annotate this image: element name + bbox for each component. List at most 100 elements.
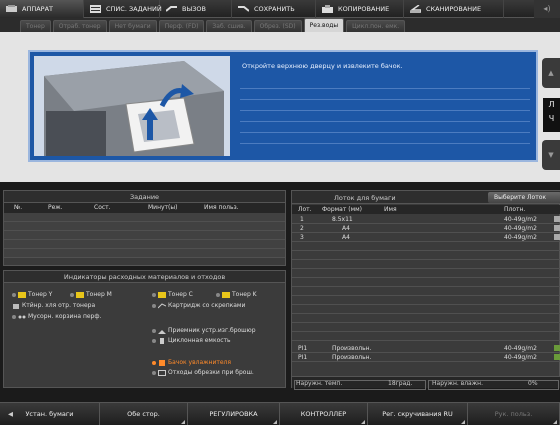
menu-save[interactable]: СОХРАНИТЬ xyxy=(232,0,316,18)
consumable-staple: Картридж со скрепками xyxy=(152,302,245,309)
tab-waste-toner[interactable]: Отраб. тонер xyxy=(52,20,107,32)
user-guide-button[interactable]: Рук. польз. xyxy=(468,403,560,425)
col-status: Сост. xyxy=(94,204,111,211)
tray-cell: 2 xyxy=(300,225,304,232)
status-dot xyxy=(152,328,156,333)
punch-waste-icon xyxy=(18,314,26,320)
paper-level-icon xyxy=(554,345,560,351)
status-dot xyxy=(216,292,220,297)
col-user-name: Имя польз. xyxy=(204,204,239,211)
scroll-up-icon[interactable]: ▲ xyxy=(542,58,560,88)
tab-staple-jam[interactable]: Заб. сшив. xyxy=(206,20,252,32)
staple-icon xyxy=(157,302,167,309)
consumable-label: Мусорн. корзина перф. xyxy=(28,313,102,320)
humidity-value: 0% xyxy=(528,380,538,387)
consumable-label: Отходы обрезки при брош. xyxy=(168,369,254,376)
environment-status: Наружн. темп. 18град. Наружн. влажн. 0% xyxy=(292,376,560,390)
message-text: Откройте верхнюю дверцу и извлеките бачо… xyxy=(242,62,403,70)
col-job-no: №. xyxy=(14,204,23,211)
tab-punch-fd[interactable]: Перф. (FD) xyxy=(158,20,205,32)
consumable-waste-toner: Ктйнр. хля отр. тонера xyxy=(12,302,95,309)
consumable-label: Бачок увлажнителя xyxy=(168,359,231,366)
table-row[interactable]: PI1 Произвольн. 40-49g/m2 xyxy=(292,344,560,353)
table-row[interactable] xyxy=(4,222,285,231)
table-row[interactable] xyxy=(4,231,285,240)
table-row[interactable]: PI1 Произвольн. 40-49g/m2 xyxy=(292,353,560,362)
scroll-down-icon[interactable]: ▼ xyxy=(542,140,560,170)
left-arrow-icon: ◀ xyxy=(8,410,13,418)
weight-cell: 40-49g/m2 xyxy=(504,345,537,352)
consumable-label: Тонер M xyxy=(86,291,112,298)
table-row[interactable] xyxy=(4,240,285,249)
select-tray-button[interactable]: Выберите Лоток xyxy=(488,192,560,203)
humidity-label: Наружн. влажн. xyxy=(432,380,483,387)
table-row[interactable]: 2 A4 40-49g/m2 xyxy=(292,224,560,233)
paper-level-icon xyxy=(554,234,560,240)
consumable-humidifier-tank: Бачок увлажнителя xyxy=(152,359,231,366)
consumable-label: Тонер Y xyxy=(28,291,53,298)
side-label-bottom: Ч xyxy=(548,114,555,123)
toner-icon xyxy=(18,291,26,298)
recall-icon xyxy=(165,5,177,13)
menu-machine[interactable]: АППАРАТ xyxy=(0,0,84,18)
size-cell: A4 xyxy=(342,225,350,232)
cyclone-icon xyxy=(158,337,166,344)
paper-level-icon xyxy=(554,225,560,231)
table-row[interactable] xyxy=(4,213,285,222)
weight-cell: 40-49g/m2 xyxy=(504,234,537,241)
save-icon xyxy=(238,5,250,13)
col-tray: Лот. xyxy=(298,206,312,213)
consumable-punch-waste: Мусорн. корзина перф. xyxy=(12,313,101,320)
status-dot xyxy=(152,338,156,343)
menu-copy-label: КОПИРОВАНИЕ xyxy=(338,4,390,13)
speaker-icon[interactable]: ◂) xyxy=(534,0,560,18)
tray-cell: 3 xyxy=(300,234,304,241)
table-row xyxy=(292,287,560,296)
temp-value: 18град. xyxy=(388,380,413,387)
curl-adjust-button[interactable]: Рег. скручивания RU xyxy=(368,403,468,425)
tray-cell: PI1 xyxy=(298,345,308,352)
tab-trim-sd[interactable]: Обрез. (SD) xyxy=(253,20,302,32)
consumable-label: Ктйнр. хля отр. тонера xyxy=(22,302,96,309)
consumable-label: Тонер K xyxy=(232,291,257,298)
tab-no-paper[interactable]: Нет бумаги xyxy=(108,20,157,32)
paper-setting-label: Устан. бумаги xyxy=(25,410,74,418)
col-mode: Реж. xyxy=(48,204,63,211)
status-dot xyxy=(70,292,74,297)
tab-water-tank[interactable]: Рез.воды xyxy=(303,18,345,32)
paper-setting-button[interactable]: ◀ Устан. бумаги xyxy=(0,403,100,425)
tab-toner[interactable]: Тонер xyxy=(20,20,51,32)
tray-table-header: Лот. Формат (мм) Имя Плотн. xyxy=(292,205,560,214)
bottom-toolbar: ◀ Устан. бумаги Обе стор. РЕГУЛИРОВКА КО… xyxy=(0,402,560,425)
status-tabs: Тонер Отраб. тонер Нет бумаги Перф. (FD)… xyxy=(0,18,560,32)
consumables-title: Индикаторы расходных материалов и отходо… xyxy=(4,271,285,283)
table-row[interactable]: 1 8.5x11 40-49g/m2 xyxy=(292,215,560,224)
job-list-icon xyxy=(90,4,101,13)
menu-scan[interactable]: СКАНИРОВАНИЕ xyxy=(404,0,504,18)
weight-cell: 40-49g/m2 xyxy=(504,216,537,223)
consumable-label: Циклонная емкость xyxy=(168,337,231,344)
duplex-button[interactable]: Обе стор. xyxy=(100,403,188,425)
status-dot xyxy=(152,292,156,297)
status-dot xyxy=(152,370,156,375)
size-cell: 8.5x11 xyxy=(332,216,353,223)
menu-copy[interactable]: КОПИРОВАНИЕ xyxy=(316,0,404,18)
paper-level-icon xyxy=(554,354,560,360)
consumable-label: Приемник устр.изг.брошюр xyxy=(168,327,256,334)
col-size: Формат (мм) xyxy=(322,206,362,213)
status-dot xyxy=(12,292,16,297)
status-dot xyxy=(12,314,16,319)
toner-icon xyxy=(222,291,230,298)
machine-icon xyxy=(6,4,17,13)
table-row xyxy=(292,323,560,332)
table-row xyxy=(292,314,560,323)
table-row[interactable] xyxy=(4,249,285,258)
table-row[interactable]: 3 A4 40-49g/m2 xyxy=(292,233,560,242)
tab-cyclone-tank[interactable]: Цикл.пон. емк. xyxy=(346,20,406,32)
controller-button[interactable]: КОНТРОЛЛЕР xyxy=(280,403,368,425)
adjustment-button[interactable]: РЕГУЛИРОВКА xyxy=(188,403,280,425)
menu-job-list[interactable]: СПИС. ЗАДАНИЙ xyxy=(84,0,162,18)
menu-recall[interactable]: ВЫЗОВ xyxy=(160,0,232,18)
side-status-indicator: Л Ч xyxy=(543,98,560,132)
size-cell: A4 xyxy=(342,234,350,241)
